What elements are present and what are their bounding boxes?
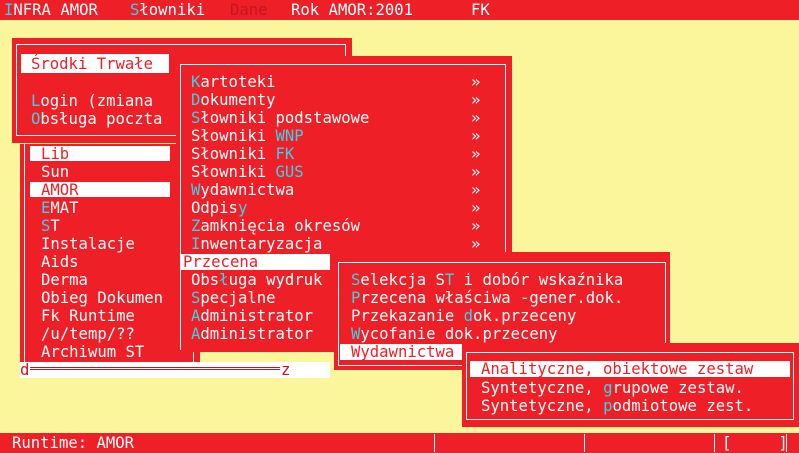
main-menu-slowniki-gus[interactable]: Słowniki GUS (191, 163, 304, 181)
main-menu-obsluga-wydruk[interactable]: Obsługa wydruk (191, 271, 322, 289)
wydawnictwa-item-grupowe[interactable]: Syntetyczne, grupowe zestaw. (481, 379, 744, 397)
list-scroll-right[interactable]: z (281, 361, 290, 379)
arrow-slowniki-podstawowe: » (471, 109, 481, 127)
arrow-wydawnictwa: » (471, 181, 481, 199)
status-divider-1 (434, 434, 435, 452)
arrow-dokumenty: » (471, 91, 481, 109)
przecena-item-selekcja[interactable]: Selekcja ST i dobór wskaźnika (351, 271, 623, 289)
main-menu-administrator-2[interactable]: Administrator (191, 325, 313, 343)
program-item-aids[interactable]: Aids (41, 253, 79, 271)
main-menu-odpisy[interactable]: Odpisy (191, 199, 247, 217)
menu-slowniki[interactable]: Słowniki (130, 1, 205, 19)
system-window-item-login[interactable]: Login (zmiana (31, 92, 153, 110)
menu-fk[interactable]: FK (471, 1, 490, 19)
menu-rok-amor[interactable]: Rok AMOR:2001 (291, 1, 413, 19)
arrow-inwentaryzacja: » (471, 235, 481, 253)
status-divider-2 (584, 434, 585, 452)
list-scroll-left[interactable]: d (20, 361, 29, 379)
program-item-obieg[interactable]: Obieg Dokumen (41, 289, 163, 307)
program-item-fk-runtime[interactable]: Fk Runtime (41, 307, 135, 325)
main-menu-slowniki-fk[interactable]: Słowniki FK (191, 145, 294, 163)
arrow-zamkniecia: » (471, 217, 481, 235)
wydawnictwa-item-podmiotowe[interactable]: Syntetyczne, podmiotowe zest. (481, 397, 753, 415)
program-item-lib[interactable]: Lib (41, 145, 69, 163)
wydawnictwa-item-analityczne[interactable]: Analityczne, obiektowe zestaw (481, 360, 753, 378)
main-menu-administrator-1[interactable]: Administrator (191, 307, 313, 325)
system-window-title: Środki Trwałe (31, 55, 154, 73)
program-item-temp[interactable]: /u/temp/?? (41, 325, 135, 343)
program-item-instalacje[interactable]: Instalacje (41, 235, 135, 253)
menu-dane[interactable]: Dane (230, 1, 268, 19)
arrow-odpisy: » (471, 199, 481, 217)
status-runtime: Runtime: AMOR (12, 434, 135, 452)
list-scroll-line (30, 367, 280, 370)
arrow-kartoteki: » (471, 73, 481, 91)
system-window-item-obsluga[interactable]: Obsługa poczta (31, 110, 162, 128)
arrow-slowniki-wnp: » (471, 127, 481, 145)
main-menu-dokumenty[interactable]: Dokumenty (191, 91, 276, 109)
main-menu-zamkniecia[interactable]: Zamknięcia okresów (191, 217, 360, 235)
main-menu-wydawnictwa[interactable]: Wydawnictwa (191, 181, 294, 199)
status-divider-3 (714, 434, 715, 452)
program-item-st[interactable]: ST (41, 217, 60, 235)
program-item-derma[interactable]: Derma (41, 271, 88, 289)
menu-infra-amor[interactable]: INFRA AMOR (4, 1, 98, 19)
program-item-amor[interactable]: AMOR (41, 181, 79, 199)
program-item-emat[interactable]: EMAT (41, 199, 79, 217)
main-menu-przecena[interactable]: Przecena (183, 253, 258, 271)
main-menu-kartoteki[interactable]: Kartoteki (191, 73, 276, 91)
status-bracket: [ ] (722, 434, 788, 452)
przecena-item-wydawnictwa[interactable]: Wydawnictwa (351, 343, 454, 361)
arrow-slowniki-fk: » (471, 145, 481, 163)
program-item-sun[interactable]: Sun (41, 163, 69, 181)
przecena-item-wlasciwa[interactable]: Przecena właściwa -gener.dok. (351, 289, 623, 307)
status-divider-4 (786, 434, 787, 452)
program-item-archiwum[interactable]: Archiwum ST (41, 343, 144, 361)
main-menu-inwentaryzacja[interactable]: Inwentaryzacja (191, 235, 322, 253)
arrow-slowniki-gus: » (471, 163, 481, 181)
main-menu-specjalne[interactable]: Specjalne (191, 289, 276, 307)
przecena-item-wycofanie[interactable]: Wycofanie dok.przeceny (351, 325, 558, 343)
przecena-item-przekazanie[interactable]: Przekazanie dok.przeceny (351, 307, 576, 325)
main-menu-slowniki-wnp[interactable]: Słowniki WNP (191, 127, 304, 145)
main-menu-slowniki-podstawowe[interactable]: Słowniki podstawowe (191, 109, 369, 127)
